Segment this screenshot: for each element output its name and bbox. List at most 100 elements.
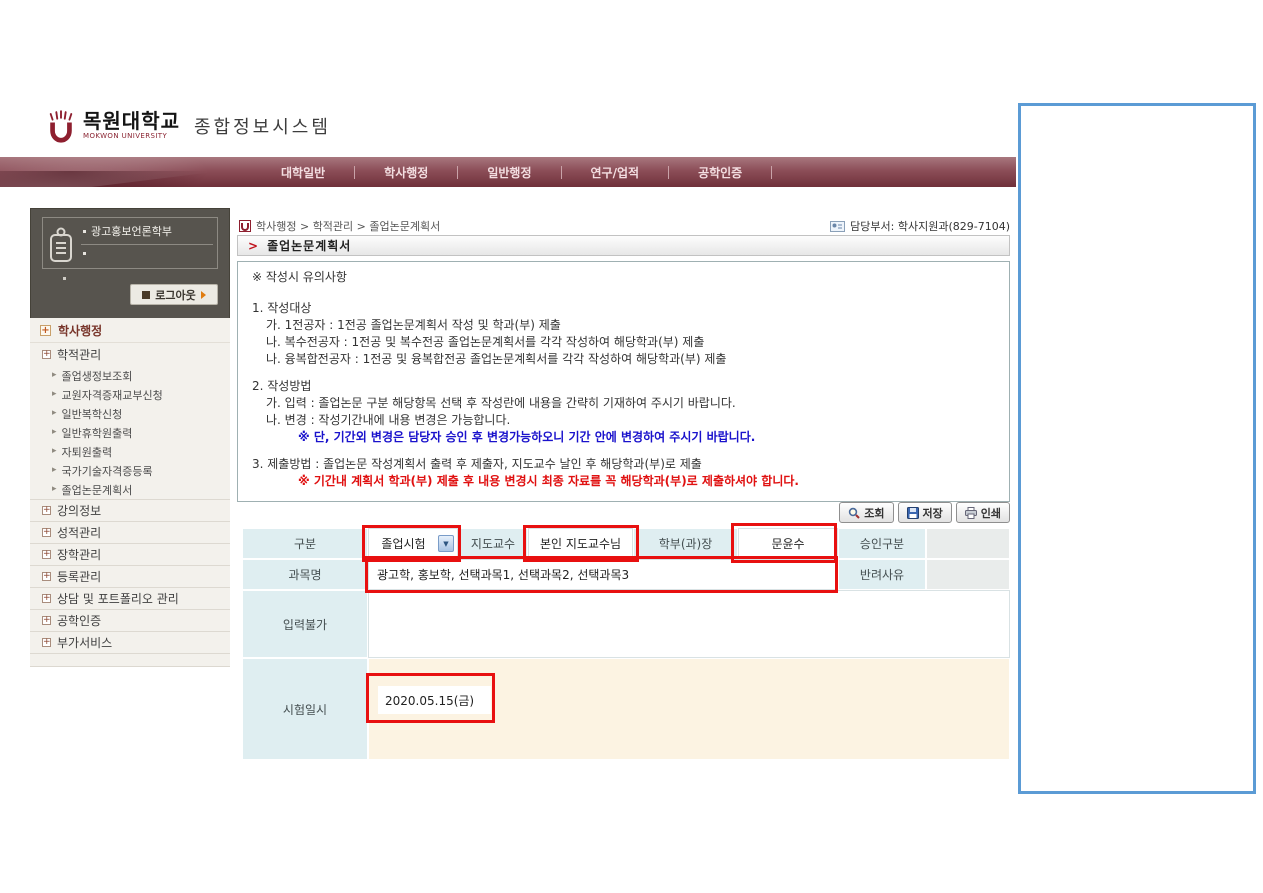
university-name-en: MOKWON UNIVERSITY [83,132,180,140]
expand-plus-icon: + [42,594,51,603]
logout-arrow-icon [201,291,206,299]
arrow-icon: ▸ [52,390,57,399]
sidebar-item-record-management[interactable]: + 학적관리 [30,343,230,366]
notice-line: 가. 입력 : 졸업논문 구분 해당항목 선택 후 작성란에 내용을 간략히 기… [252,395,995,412]
nav-item-research[interactable]: 연구/업적 [562,164,669,181]
section-label: 상담 및 포트폴리오 관리 [57,590,179,607]
notice-line: 가. 1전공자 : 1전공 졸업논문계획서 작성 및 학과(부) 제출 [252,317,995,334]
sub-item-label: 일반복학신청 [62,406,123,422]
profile-department-row: 광고홍보언론학부 [83,223,172,239]
notice-line: 나. 변경 : 작성기간내에 내용 변경은 가능합니다. [252,412,995,429]
bullet-icon [63,277,66,280]
sidebar-item-teacher-cert-reissue[interactable]: ▸ 교원자격증재교부신청 [30,385,230,404]
profile-empty-row [83,252,86,255]
save-button-label: 저장 [923,505,943,521]
search-button[interactable]: 조회 [839,502,893,523]
expand-plus-icon: + [40,325,51,336]
nav-item-general-admin[interactable]: 일반행정 [458,164,560,181]
menu-title: 학사행정 [58,322,102,339]
arrow-icon: ▸ [52,428,57,437]
notice-line: 나. 융복합전공자 : 1전공 및 융복합전공 졸업논문계획서를 각각 작성하여… [252,351,995,368]
sub-item-label: 자퇴원출력 [62,444,113,460]
sidebar-section-lecture-info[interactable]: + 강의정보 [30,499,230,521]
profile-info-box: 광고홍보언론학부 [42,217,218,269]
expand-plus-icon: + [42,638,51,647]
bullet-icon [83,252,86,255]
input-disabled-area [368,590,1010,658]
contact-info: 담당부서: 학사지원과(829-7104) [830,218,1010,234]
rejection-reason-label: 반려사유 [838,559,926,590]
sidebar-section-registration[interactable]: + 등록관리 [30,565,230,587]
sidebar-section-engineering-cert[interactable]: + 공학인증 [30,609,230,631]
annotation-red-subject [365,556,838,593]
sidebar-item-leave-form-print[interactable]: ▸ 일반휴학원출력 [30,423,230,442]
logout-button[interactable]: 로그아웃 [130,284,218,305]
annotation-blue-panel [1018,103,1256,794]
breadcrumb-logo-icon [239,220,251,232]
profile-panel: 광고홍보언론학부 로그아웃 [30,208,230,321]
expand-plus-icon: + [42,506,51,515]
sub-item-label: 국가기술자격증등록 [62,463,153,479]
approval-status-label: 승인구분 [838,528,926,559]
rejection-reason-value [926,559,1010,590]
sidebar-menu-header[interactable]: + 학사행정 [30,318,230,343]
exam-date-label: 시험일시 [242,658,368,760]
nav-item-engineering-cert[interactable]: 공학인증 [669,164,771,181]
sidebar-section-counsel-portfolio[interactable]: + 상담 및 포트폴리오 관리 [30,587,230,609]
notice-warning-red: ※ 기간내 계획서 학과(부) 제출 후 내용 변경시 최종 자료를 꼭 해당학… [252,473,995,490]
sidebar-item-thesis-plan[interactable]: ▸ 졸업논문계획서 [30,480,230,499]
sidebar-item-withdrawal-print[interactable]: ▸ 자퇴원출력 [30,442,230,461]
sidebar-item-grad-info-lookup[interactable]: ▸ 졸업생정보조회 [30,366,230,385]
section-label: 부가서비스 [57,634,112,651]
expand-plus-icon: + [42,550,51,559]
profile-divider [81,244,213,245]
contact-text: 담당부서: 학사지원과(829-7104) [850,218,1010,234]
system-title: 종합정보시스템 [194,113,331,139]
university-name-block: 목원대학교 MOKWON UNIVERSITY [83,110,180,140]
expand-plus-icon: + [42,528,51,537]
id-tag-icon [48,225,74,263]
sidebar-section-extra-services[interactable]: + 부가서비스 [30,631,230,653]
bullet-icon [83,230,86,233]
profile-department: 광고홍보언론학부 [91,223,172,239]
sub-item-label: 일반휴학원출력 [62,425,133,441]
sidebar-section-scholarship[interactable]: + 장학관리 [30,543,230,565]
arrow-icon: ▸ [52,447,57,456]
approval-status-value [926,528,1010,559]
nav-item-university-general[interactable]: 대학일반 [252,164,354,181]
notice-line: 1. 작성대상 [252,300,995,317]
sidebar-item-national-cert-register[interactable]: ▸ 국가기술자격증등록 [30,461,230,480]
sidebar-item-reinstatement[interactable]: ▸ 일반복학신청 [30,404,230,423]
page: 목원대학교 MOKWON UNIVERSITY 종합정보시스템 대학일반 학사행… [0,0,1263,893]
nav-menu: 대학일반 학사행정 일반행정 연구/업적 공학인증 [252,157,772,187]
menu-footer [30,653,230,666]
logout-label: 로그아웃 [155,287,195,303]
save-button[interactable]: 저장 [898,502,952,523]
sub-item-label: 졸업논문계획서 [62,482,133,498]
expand-plus-icon: + [42,616,51,625]
notice-heading: ※ 작성시 유의사항 [252,269,995,286]
dean-label: 학부(과)장 [633,528,738,559]
section-label: 장학관리 [57,546,101,563]
nav-item-academic-admin[interactable]: 학사행정 [355,164,457,181]
sidebar-menu: + 학사행정 + 학적관리 ▸ 졸업생정보조회 ▸ 교원자격증재교부신청 ▸ 일… [30,318,230,667]
expand-plus-icon: + [42,572,51,581]
print-button-label: 인쇄 [981,505,1001,521]
sidebar-section-grades[interactable]: + 성적관리 [30,521,230,543]
notice-line: 3. 제출방법 : 졸업논문 작성계획서 출력 후 제출자, 지도교수 날인 후… [252,456,995,473]
annotation-red-exam-date [366,673,495,723]
expand-plus-icon: + [42,350,51,359]
notice-box: ※ 작성시 유의사항 1. 작성대상 가. 1전공자 : 1전공 졸업논문계획서… [237,261,1010,502]
category-label: 구분 [242,528,368,559]
page-title: 졸업논문계획서 [267,237,351,254]
arrow-icon: ▸ [52,485,57,494]
sub-item-label: 졸업생정보조회 [62,368,133,384]
toolbar: 조회 저장 인쇄 [839,502,1010,523]
menu-group-label: 학적관리 [57,346,101,363]
university-name: 목원대학교 [83,110,180,132]
section-label: 강의정보 [57,502,101,519]
section-label: 등록관리 [57,568,101,585]
chevron-right-icon: > [248,239,258,253]
print-button[interactable]: 인쇄 [956,502,1010,523]
notice-line: 2. 작성방법 [252,378,995,395]
